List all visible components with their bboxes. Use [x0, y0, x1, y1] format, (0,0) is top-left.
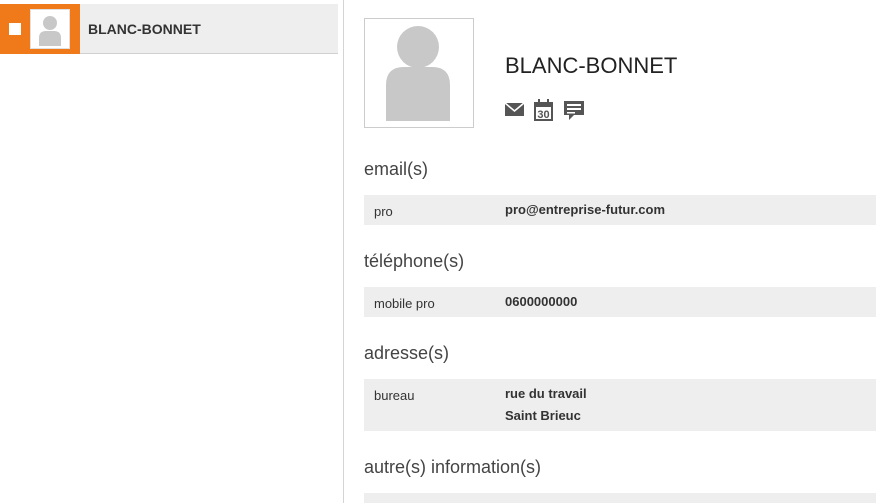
selected-indicator [0, 4, 80, 54]
phone-row: mobile pro 0600000000 [364, 287, 876, 317]
svg-text:30: 30 [537, 109, 549, 121]
contact-list-item[interactable]: BLANC-BONNET [0, 4, 338, 54]
address-line-1: rue du travail [505, 386, 587, 401]
contact-avatar-thumbnail [30, 9, 70, 49]
email-icon[interactable] [504, 98, 526, 122]
email-row: pro pro@entreprise-futur.com [364, 195, 876, 225]
contact-list-sidebar: BLANC-BONNET [0, 0, 344, 503]
message-icon[interactable] [563, 98, 585, 122]
address-line-2: Saint Brieuc [505, 408, 581, 423]
contact-detail-panel: BLANC-BONNET 30 email(s) pro pro@entrepr… [344, 0, 876, 503]
person-icon [39, 16, 61, 46]
section-title-other: autre(s) information(s) [364, 457, 542, 477]
other-row [364, 493, 876, 503]
section-title-email: email(s) [364, 159, 429, 179]
email-label: pro [374, 204, 393, 219]
contact-checkbox[interactable] [9, 23, 21, 35]
address-label: bureau [374, 388, 415, 403]
email-value[interactable]: pro@entreprise-futur.com [505, 199, 665, 221]
address-value: rue du travail Saint Brieuc [505, 383, 587, 427]
address-row: bureau rue du travail Saint Brieuc [364, 379, 876, 431]
phone-label: mobile pro [374, 296, 435, 311]
section-title-address: adresse(s) [364, 343, 450, 363]
contact-name-title: BLANC-BONNET [505, 53, 678, 78]
phone-value[interactable]: 0600000000 [505, 291, 577, 313]
contact-list-name: BLANC-BONNET [88, 21, 201, 37]
calendar-icon[interactable]: 30 [533, 98, 555, 122]
section-title-phone: téléphone(s) [364, 251, 465, 271]
contact-avatar [364, 18, 474, 128]
person-icon [386, 26, 450, 121]
